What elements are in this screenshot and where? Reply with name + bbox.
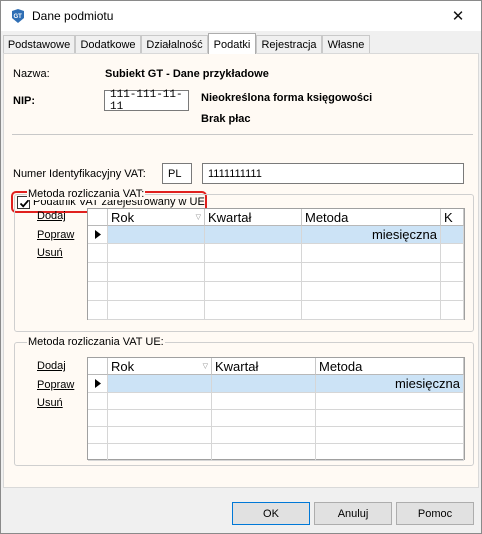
column-label-rok: Rok bbox=[111, 358, 135, 374]
vat-method-table[interactable]: Rok ▽ Kwartał Metoda K miesięczna bbox=[87, 208, 465, 320]
table-cell-kwartal[interactable] bbox=[205, 226, 302, 244]
tab-panel-podatki: Nazwa: Subiekt GT - Dane przykładowe NIP… bbox=[3, 53, 479, 488]
tab-podstawowe[interactable]: Podstawowe bbox=[3, 35, 75, 53]
ok-button[interactable]: OK bbox=[232, 502, 310, 525]
row-indicator-cell bbox=[88, 263, 108, 282]
close-icon: ✕ bbox=[451, 8, 465, 25]
row-indicator-cell bbox=[88, 301, 108, 320]
vat-ue-method-table[interactable]: Rok ▽ Kwartał Metoda miesięczna bbox=[87, 357, 465, 461]
table-cell[interactable] bbox=[108, 244, 205, 263]
nip-label: NIP: bbox=[13, 95, 35, 107]
tab-wlasne[interactable]: Własne bbox=[322, 35, 370, 53]
vat-method-title: Metoda rozliczania VAT: bbox=[27, 188, 146, 200]
table-cell[interactable] bbox=[108, 410, 212, 427]
column-header-kwartal[interactable]: Kwartał bbox=[205, 209, 302, 226]
column-label-rok: Rok bbox=[111, 209, 135, 225]
vat-id-label: Numer Identyfikacyjny VAT: bbox=[13, 168, 146, 180]
vat-ue-method-title: Metoda rozliczania VAT UE: bbox=[27, 336, 165, 348]
vat-edit-link[interactable]: Popraw bbox=[37, 229, 74, 241]
vat-ue-remove-link[interactable]: Usuń bbox=[37, 397, 63, 409]
window-title: Dane podmiotu bbox=[32, 9, 114, 23]
table-cell[interactable] bbox=[302, 263, 441, 282]
table-cell[interactable] bbox=[441, 301, 464, 320]
table-cell[interactable] bbox=[316, 427, 464, 444]
title-bar: GT Dane podmiotu ✕ bbox=[1, 1, 481, 31]
row-indicator-cell bbox=[88, 427, 108, 444]
row-indicator-cell bbox=[88, 410, 108, 427]
tab-rejestracja[interactable]: Rejestracja bbox=[256, 35, 322, 53]
table-cell[interactable] bbox=[302, 301, 441, 320]
table-cell-rok[interactable] bbox=[108, 226, 205, 244]
table-cell[interactable] bbox=[205, 244, 302, 263]
row-indicator-cell bbox=[88, 444, 108, 461]
subiekt-app-icon: GT bbox=[12, 9, 24, 23]
table-cell[interactable] bbox=[212, 393, 316, 410]
table-cell[interactable] bbox=[316, 444, 464, 461]
table-cell[interactable] bbox=[316, 393, 464, 410]
column-header-kwartal[interactable]: Kwartał bbox=[212, 358, 316, 375]
divider bbox=[12, 134, 473, 135]
legal-form: Nieokreślona forma księgowości bbox=[201, 92, 373, 104]
table-cell-rok[interactable] bbox=[108, 375, 212, 393]
dialog-window: GT Dane podmiotu ✕ Podstawowe Dodatkowe … bbox=[0, 0, 482, 534]
row-header-corner bbox=[88, 358, 108, 375]
payroll-status: Brak płac bbox=[201, 113, 251, 125]
table-cell[interactable] bbox=[205, 282, 302, 301]
table-cell-metoda[interactable]: miesięczna bbox=[302, 226, 441, 244]
table-cell[interactable] bbox=[441, 263, 464, 282]
column-header-metoda[interactable]: Metoda bbox=[316, 358, 464, 375]
table-cell[interactable] bbox=[205, 301, 302, 320]
row-indicator-cell bbox=[88, 393, 108, 410]
vat-remove-link[interactable]: Usuń bbox=[37, 247, 63, 259]
table-cell[interactable] bbox=[212, 427, 316, 444]
tab-dodatkowe[interactable]: Dodatkowe bbox=[75, 35, 141, 53]
table-cell[interactable] bbox=[302, 282, 441, 301]
column-header-metoda[interactable]: Metoda bbox=[302, 209, 441, 226]
vat-add-link[interactable]: Dodaj bbox=[37, 210, 66, 222]
sort-icon: ▽ bbox=[202, 363, 208, 370]
table-cell[interactable] bbox=[108, 263, 205, 282]
row-pointer-icon bbox=[94, 230, 101, 239]
tab-podatki[interactable]: Podatki bbox=[208, 33, 256, 54]
svg-text:GT: GT bbox=[14, 14, 23, 20]
table-cell[interactable] bbox=[302, 244, 441, 263]
name-label: Nazwa: bbox=[13, 68, 50, 80]
sort-icon: ▽ bbox=[195, 214, 201, 221]
table-cell-metoda[interactable]: miesięczna bbox=[316, 375, 464, 393]
help-button[interactable]: Pomoc bbox=[396, 502, 474, 525]
table-cell[interactable] bbox=[108, 301, 205, 320]
country-code-field[interactable]: PL bbox=[162, 163, 192, 184]
column-header-rok[interactable]: Rok ▽ bbox=[108, 209, 205, 226]
table-cell[interactable] bbox=[205, 263, 302, 282]
vat-method-group: Metoda rozliczania VAT: Dodaj Popraw Usu… bbox=[14, 188, 474, 332]
table-cell[interactable] bbox=[108, 427, 212, 444]
table-cell[interactable] bbox=[441, 282, 464, 301]
vat-ue-method-group: Metoda rozliczania VAT UE: Dodaj Popraw … bbox=[14, 336, 474, 466]
column-header-rok[interactable]: Rok ▽ bbox=[108, 358, 212, 375]
table-cell[interactable] bbox=[212, 444, 316, 461]
table-cell[interactable] bbox=[108, 444, 212, 461]
current-row-indicator bbox=[88, 226, 108, 244]
row-header-corner bbox=[88, 209, 108, 226]
row-indicator-cell bbox=[88, 244, 108, 263]
vat-ue-add-link[interactable]: Dodaj bbox=[37, 360, 66, 372]
table-cell[interactable] bbox=[108, 393, 212, 410]
row-indicator-cell bbox=[88, 282, 108, 301]
table-cell-kwartal[interactable] bbox=[212, 375, 316, 393]
nip-field[interactable]: 111-111-11-11 bbox=[104, 89, 189, 113]
table-cell-k[interactable] bbox=[441, 226, 464, 244]
column-header-k[interactable]: K bbox=[441, 209, 464, 226]
vat-ue-edit-link[interactable]: Popraw bbox=[37, 379, 74, 391]
vat-id-field[interactable]: 1111111111 bbox=[202, 163, 464, 184]
table-cell[interactable] bbox=[316, 410, 464, 427]
close-button[interactable]: ✕ bbox=[435, 1, 481, 31]
table-cell[interactable] bbox=[108, 282, 205, 301]
cancel-button[interactable]: Anuluj bbox=[314, 502, 392, 525]
table-cell[interactable] bbox=[441, 244, 464, 263]
table-cell[interactable] bbox=[212, 410, 316, 427]
row-pointer-icon bbox=[94, 379, 101, 388]
company-name: Subiekt GT - Dane przykładowe bbox=[105, 68, 269, 80]
current-row-indicator bbox=[88, 375, 108, 393]
tab-dzialalnosc[interactable]: Działalność bbox=[141, 35, 208, 53]
